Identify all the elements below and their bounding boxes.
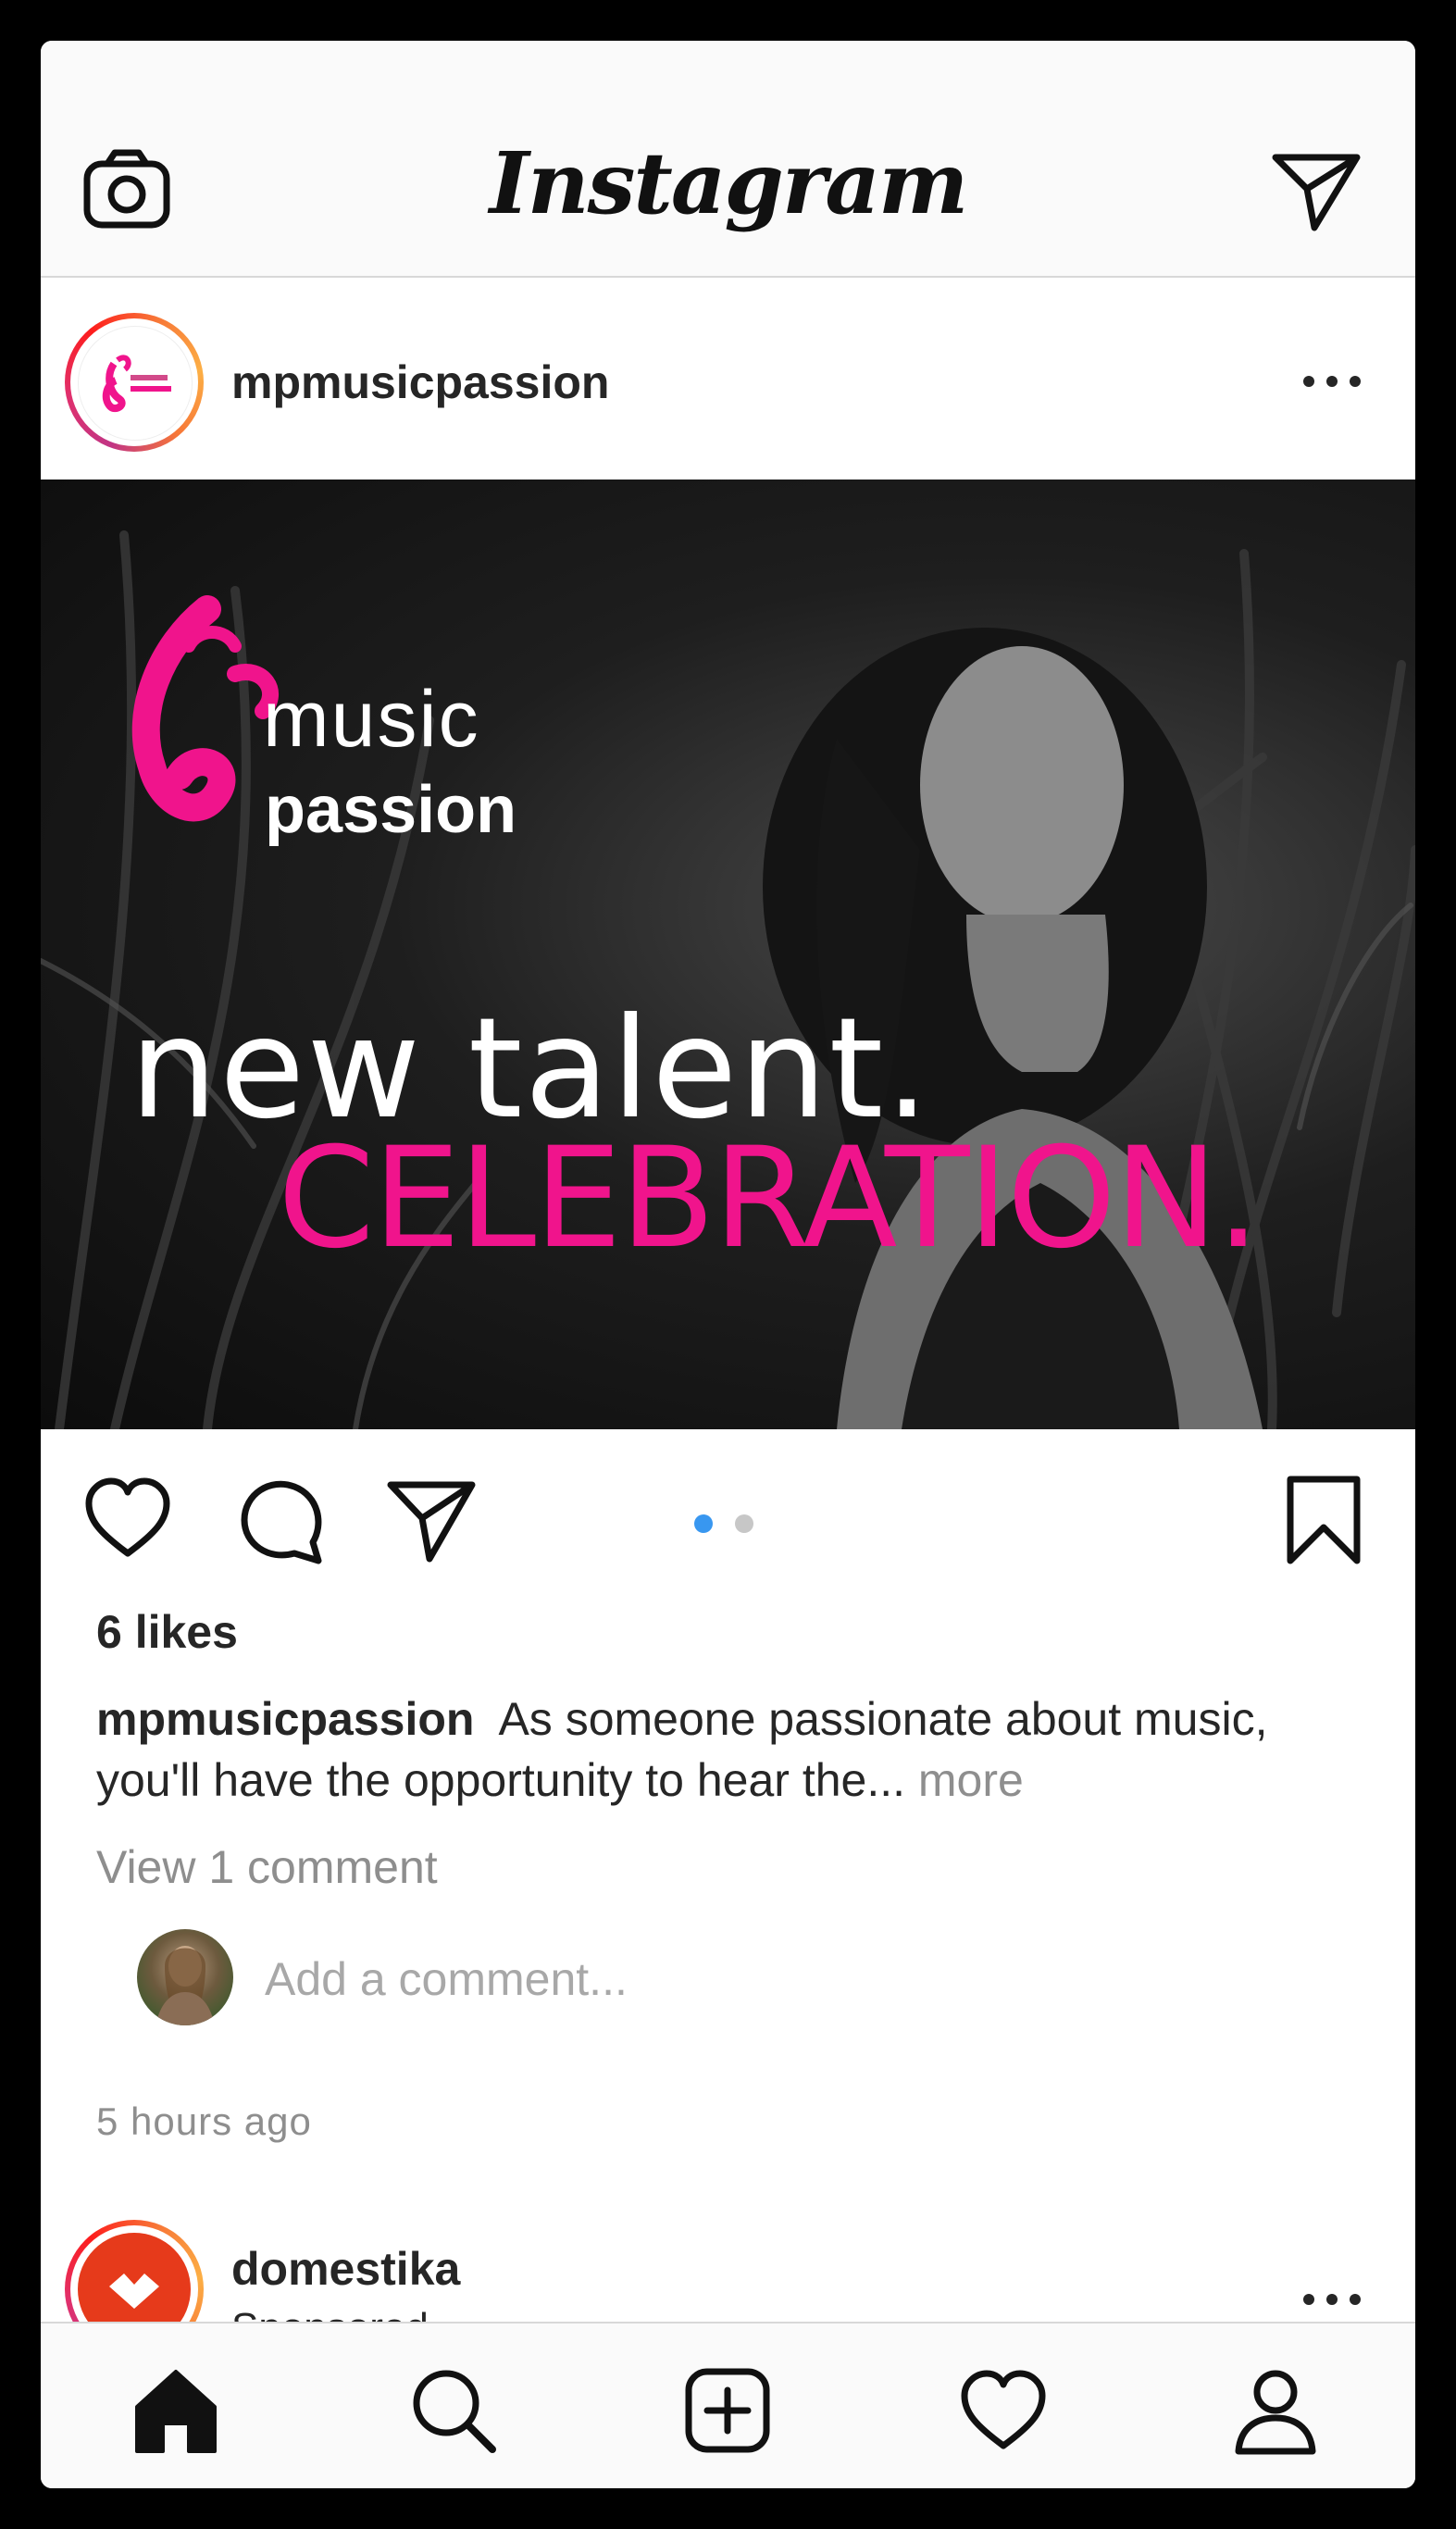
top-navigation-bar: Instagram (41, 41, 1415, 278)
headline-celebration: CELEBRATION. (278, 1118, 1261, 1279)
post-image[interactable]: music passion new talent. CELEBRATION. (41, 480, 1415, 1429)
speech-bubble-icon[interactable] (237, 1474, 330, 1566)
brand-music-text: music (263, 675, 480, 764)
person-icon[interactable] (1229, 2364, 1322, 2457)
view-comments-link[interactable]: View 1 comment (96, 1840, 438, 1894)
next-post-username[interactable]: domestika (231, 2242, 460, 2296)
story-ring[interactable] (65, 313, 204, 452)
home-icon[interactable] (130, 2364, 222, 2457)
post-timestamp: 5 hours ago (96, 2099, 312, 2143)
plus-square-icon[interactable] (681, 2364, 774, 2457)
post-header: mpmusicpassion (41, 278, 1415, 478)
avatar (137, 1929, 233, 2025)
app-logo: Instagram (489, 133, 969, 233)
heart-icon[interactable] (81, 1474, 174, 1566)
likes-count[interactable]: 6 likes (96, 1605, 238, 1659)
instagram-screen: Instagram mpmusicpassion music passion n… (41, 41, 1415, 2488)
avatar (78, 326, 193, 441)
post-action-bar (41, 1431, 1415, 1588)
post-username[interactable]: mpmusicpassion (231, 355, 609, 409)
add-comment-row (96, 1929, 1374, 2031)
more-options-icon[interactable] (1300, 370, 1364, 392)
brand-passion-text: passion (265, 773, 517, 847)
paper-plane-icon[interactable] (1270, 148, 1363, 231)
comment-input[interactable] (263, 1946, 1100, 2012)
caption-username[interactable]: mpmusicpassion (96, 1693, 474, 1745)
search-icon[interactable] (407, 2364, 500, 2457)
bottom-tab-bar (41, 2322, 1415, 2488)
post-caption: mpmusicpassion As someone passionate abou… (96, 1688, 1374, 1811)
heart-icon[interactable] (957, 2364, 1050, 2457)
bookmark-icon[interactable] (1277, 1474, 1370, 1566)
caption-more-link[interactable]: more (918, 1754, 1024, 1806)
paper-plane-icon[interactable] (385, 1474, 478, 1566)
carousel-indicator (694, 1514, 753, 1533)
more-options-icon[interactable] (1300, 2288, 1364, 2311)
